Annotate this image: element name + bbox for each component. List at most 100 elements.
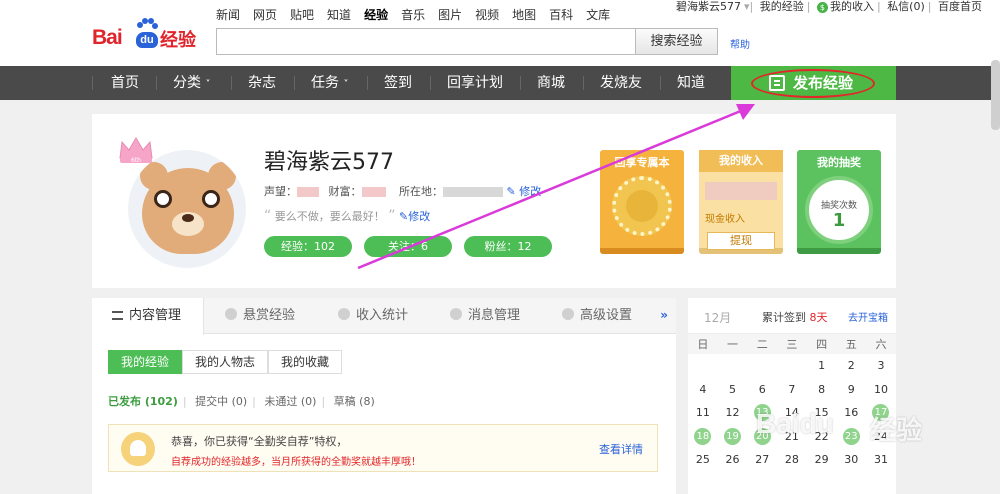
- more-tabs-icon[interactable]: »: [660, 308, 668, 322]
- avatar[interactable]: 6th: [116, 136, 246, 272]
- publish-button[interactable]: 发布经验: [731, 66, 896, 100]
- nav-item-magazine[interactable]: 杂志: [248, 66, 276, 100]
- notice-box: 恭喜，你已获得“全勤奖自荐”特权， 自荐成功的经验越多，当月所获得的全勤奖就越丰…: [108, 424, 658, 472]
- lottery-card[interactable]: 我的抽奖 抽奖次数 1: [797, 150, 881, 254]
- baidu-home-link[interactable]: 百度首页: [938, 0, 982, 13]
- withdraw-button[interactable]: 提现: [707, 232, 775, 250]
- nav-item-category-label: 分类: [173, 75, 201, 91]
- nav-divider: [430, 76, 431, 90]
- my-income-link[interactable]: 我的收入: [830, 0, 874, 13]
- calendar-day[interactable]: 18: [688, 425, 718, 449]
- calendar-day[interactable]: 9: [836, 378, 866, 402]
- calendar-day-label: 10: [873, 382, 888, 396]
- calendar-month: 12月: [704, 311, 732, 325]
- subtab-my-experience[interactable]: 我的经验: [108, 350, 183, 374]
- view-details-link[interactable]: 查看详情: [599, 441, 643, 457]
- topnav-item[interactable]: 新闻: [216, 6, 240, 23]
- search-input[interactable]: [216, 28, 636, 55]
- topnav-item[interactable]: 音乐: [401, 6, 425, 23]
- nav-item-share-plan[interactable]: 回享计划: [447, 66, 503, 100]
- reputation-value: [297, 187, 319, 197]
- baidu-logo[interactable]: Bai du 经验: [92, 14, 204, 54]
- bear-face: [142, 168, 234, 254]
- nav-item-checkin[interactable]: 签到: [384, 66, 412, 100]
- filter-published[interactable]: 已发布 (102): [108, 395, 178, 408]
- search-button[interactable]: 搜索经验: [635, 28, 718, 55]
- calendar-day[interactable]: 16: [836, 401, 866, 425]
- pill-experience[interactable]: 经验：102: [264, 236, 352, 257]
- calendar-day[interactable]: 8: [807, 378, 837, 402]
- filter-submitting[interactable]: 提交中 (0): [195, 395, 247, 408]
- location-edit-link[interactable]: ✎ 修改: [507, 185, 542, 198]
- help-link[interactable]: 帮助: [730, 36, 750, 51]
- filter-rejected[interactable]: 未通过 (0): [264, 395, 316, 408]
- tab-income-stats[interactable]: 收入统计: [338, 298, 408, 334]
- calendar-day[interactable]: 6: [747, 378, 777, 402]
- topnav-item-active[interactable]: 经验: [364, 6, 388, 23]
- scrollbar[interactable]: [991, 60, 1000, 130]
- calendar-day[interactable]: 5: [718, 378, 748, 402]
- topnav-item[interactable]: 文库: [586, 6, 610, 23]
- topnav-item[interactable]: 贴吧: [290, 6, 314, 23]
- calendar-day[interactable]: 23: [836, 425, 866, 449]
- checkin-days: 8天: [809, 311, 828, 324]
- subtab-my-favorites[interactable]: 我的收藏: [268, 350, 343, 374]
- calendar-day[interactable]: 19: [718, 425, 748, 449]
- wealth-label: 财富：: [328, 185, 362, 198]
- calendar-day[interactable]: 26: [718, 448, 748, 472]
- calendar-day[interactable]: 3: [866, 354, 896, 378]
- calendar-day-label: 28: [784, 453, 799, 467]
- gear-icon: [562, 308, 574, 320]
- calendar-day[interactable]: 1: [807, 354, 837, 378]
- nav-item-category[interactable]: 分类 ˅: [173, 66, 210, 100]
- topnav-item[interactable]: 知道: [327, 6, 351, 23]
- checkin-total: 累计签到 8天: [762, 309, 828, 325]
- messages-link[interactable]: 私信(0): [887, 0, 925, 13]
- open-treasure-link[interactable]: 去开宝箱: [848, 309, 888, 324]
- topnav-item[interactable]: 图片: [438, 6, 462, 23]
- tab-advanced[interactable]: 高级设置: [562, 298, 632, 334]
- calendar-day[interactable]: 11: [688, 401, 718, 425]
- calendar-day-label: 25: [695, 453, 710, 467]
- nav-item-home[interactable]: 首页: [111, 66, 139, 100]
- subtab-my-people[interactable]: 我的人物志: [182, 350, 269, 374]
- my-exp-link[interactable]: 我的经验: [760, 0, 804, 13]
- calendar-day[interactable]: 29: [807, 448, 837, 472]
- calendar-day: [718, 354, 748, 378]
- calendar-day: [747, 354, 777, 378]
- calendar-day[interactable]: 28: [777, 448, 807, 472]
- calendar-day-label: 2: [847, 359, 855, 373]
- share-book-card[interactable]: 回享专属本: [600, 150, 684, 254]
- nav-item-mall[interactable]: 商城: [537, 66, 565, 100]
- trophy-icon: [121, 432, 155, 466]
- nav-item-tasks[interactable]: 任务 ˅: [311, 66, 348, 100]
- nav-item-zhidao[interactable]: 知道: [677, 66, 705, 100]
- tab-messages[interactable]: 消息管理: [450, 298, 520, 334]
- topnav-item[interactable]: 地图: [512, 6, 536, 23]
- pill-following[interactable]: 关注：6: [364, 236, 452, 257]
- topnav-item[interactable]: 网页: [253, 6, 277, 23]
- calendar-day[interactable]: 10: [866, 378, 896, 402]
- topnav-item[interactable]: 视频: [475, 6, 499, 23]
- nav-divider: [520, 76, 521, 90]
- filter-drafts[interactable]: 草稿 (8): [334, 395, 375, 408]
- calendar-day-label: 4: [699, 382, 707, 396]
- pill-followers[interactable]: 粉丝：12: [464, 236, 552, 257]
- publish-label: 发布经验: [793, 74, 854, 92]
- calendar-day[interactable]: 2: [836, 354, 866, 378]
- calendar-day[interactable]: 30: [836, 448, 866, 472]
- calendar-day-label: 9: [847, 382, 855, 396]
- calendar-day[interactable]: 27: [747, 448, 777, 472]
- calendar-day[interactable]: 4: [688, 378, 718, 402]
- motto-edit-link[interactable]: ✎修改: [399, 210, 430, 223]
- calendar-day[interactable]: 31: [866, 448, 896, 472]
- calendar-day[interactable]: 7: [777, 378, 807, 402]
- top-nav: 新闻 网页 贴吧 知道 经验 音乐 图片 视频 地图 百科 文库: [216, 6, 623, 23]
- calendar-day[interactable]: 25: [688, 448, 718, 472]
- username-link[interactable]: 碧海紫云577: [676, 0, 741, 13]
- topnav-item[interactable]: 百科: [549, 6, 573, 23]
- tab-content-manage[interactable]: 内容管理: [92, 298, 204, 335]
- nav-item-fans[interactable]: 发烧友: [600, 66, 642, 100]
- calendar-day[interactable]: 12: [718, 401, 748, 425]
- tab-reward[interactable]: 悬赏经验: [225, 298, 295, 334]
